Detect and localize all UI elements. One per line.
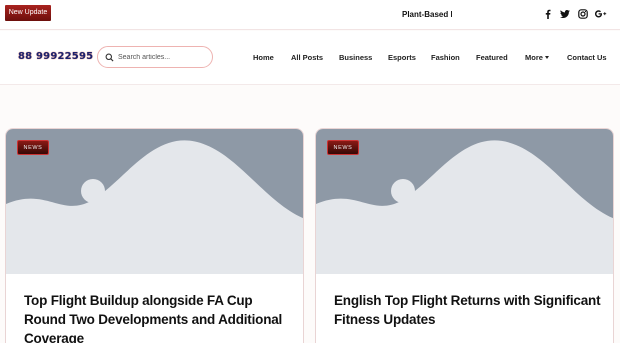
site-logo[interactable]: 88 99922595: [18, 51, 93, 62]
post-card[interactable]: NEWS Top Flight Buildup alongside FA Cup…: [5, 128, 304, 343]
new-update-label: New Update: [5, 5, 51, 21]
post-title[interactable]: Top Flight Buildup alongside FA Cup Roun…: [24, 291, 294, 343]
category-badge[interactable]: NEWS: [17, 140, 49, 155]
nav-all-posts[interactable]: All Posts: [291, 53, 323, 62]
nav-home[interactable]: Home: [253, 53, 274, 62]
nav-contact-us[interactable]: Contact Us: [567, 53, 607, 62]
chevron-down-icon: [544, 56, 549, 59]
twitter-icon[interactable]: [560, 9, 570, 20]
search-box[interactable]: [97, 46, 213, 68]
news-ticker[interactable]: Plant-Based Diets: [402, 10, 452, 22]
top-bar: New Update Plant-Based Diets: [0, 0, 620, 30]
site-header: 88 99922595 Home All Posts Business Espo…: [0, 31, 620, 85]
image-placeholder-icon: [6, 140, 303, 274]
category-badge[interactable]: NEWS: [327, 140, 359, 155]
search-icon: [105, 53, 114, 62]
search-input[interactable]: [118, 50, 208, 65]
nav-esports[interactable]: Esports: [388, 53, 416, 62]
nav-more[interactable]: More: [525, 53, 549, 62]
facebook-icon[interactable]: [543, 9, 553, 20]
image-placeholder-icon: [316, 140, 613, 274]
post-card[interactable]: NEWS English Top Flight Returns with Sig…: [315, 128, 614, 343]
nav-featured[interactable]: Featured: [476, 53, 508, 62]
instagram-icon[interactable]: [578, 9, 588, 20]
nav-more-label: More: [525, 53, 543, 62]
post-thumbnail[interactable]: [316, 129, 613, 274]
post-title[interactable]: English Top Flight Returns with Signific…: [334, 291, 604, 329]
nav-business[interactable]: Business: [339, 53, 372, 62]
post-thumbnail[interactable]: [6, 129, 303, 274]
nav-fashion[interactable]: Fashion: [431, 53, 460, 62]
google-plus-icon[interactable]: [595, 9, 607, 20]
